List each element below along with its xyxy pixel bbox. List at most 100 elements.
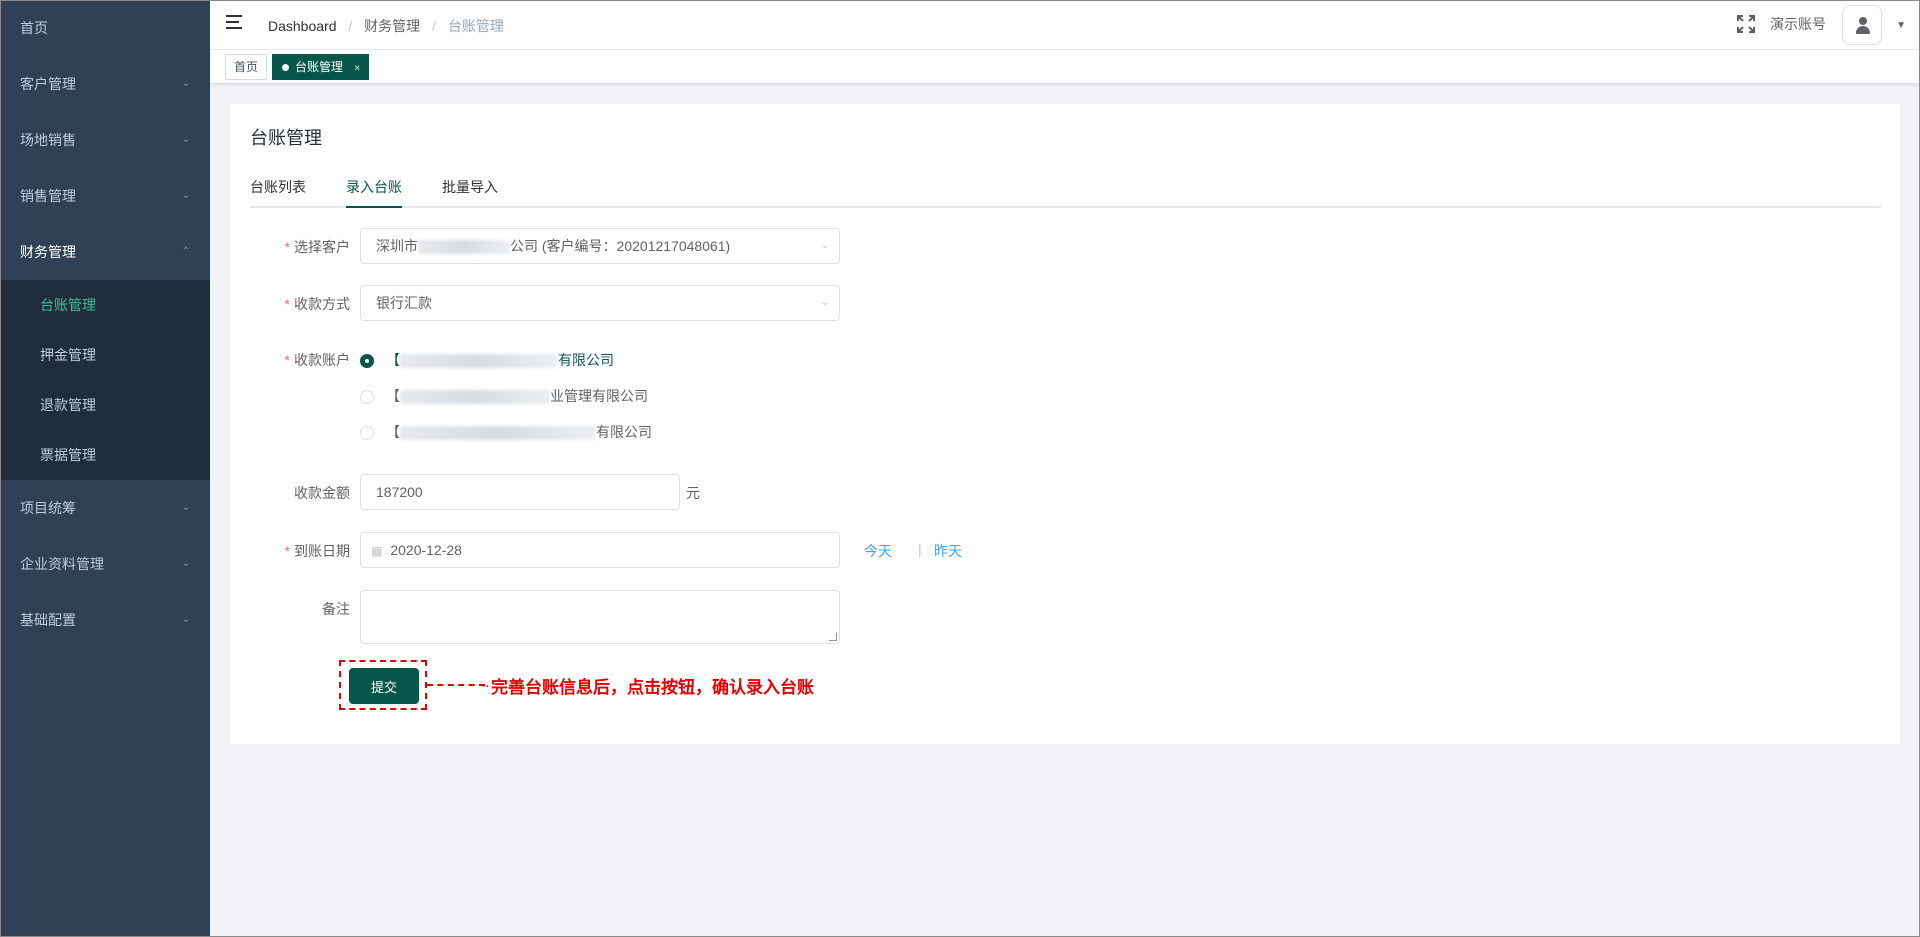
account-option-3[interactable]: 【 有限公司 <box>360 422 652 442</box>
radio-checked-icon[interactable] <box>360 354 374 369</box>
sidebar-item-customers[interactable]: 客户管理 ⌄ <box>0 56 210 112</box>
tab-ledger-list[interactable]: 台账列表 <box>250 172 306 208</box>
sidebar-item-label: 企业资料管理 <box>20 556 104 572</box>
resize-handle-icon[interactable] <box>829 633 837 641</box>
avatar-icon[interactable] <box>1842 5 1882 45</box>
sidebar-item-label: 退款管理 <box>40 397 96 413</box>
sidebar-item-label: 场地销售 <box>20 132 76 148</box>
form-row-date: * 到账日期 ▦ 2020-12-28 今天 | 昨天 <box>250 532 970 568</box>
account-option-suffix: 业管理有限公司 <box>550 388 648 404</box>
hamburger-icon[interactable] <box>226 15 244 33</box>
tags-view: 首页 台账管理 × <box>210 50 1920 84</box>
amount-value: 187200 <box>376 484 423 500</box>
sidebar-item-label: 押金管理 <box>40 347 96 363</box>
account-option-2[interactable]: 【 业管理有限公司 <box>360 386 648 406</box>
sidebar-item-label: 首页 <box>20 20 48 36</box>
chevron-down-icon: ⌄ <box>181 502 190 513</box>
main-area: Dashboard / 财务管理 / 台账管理 演示账号 ▼ 首页 台账管理 ×… <box>210 0 1920 937</box>
tag-ledger[interactable]: 台账管理 × <box>272 54 370 80</box>
today-link[interactable]: 今天 <box>864 541 892 561</box>
remark-label: 备注 <box>322 601 350 617</box>
finance-submenu: 台账管理 押金管理 退款管理 票据管理 <box>0 280 210 480</box>
chevron-down-icon: ⌄ <box>181 558 190 569</box>
customer-select[interactable]: 深圳市 公司 (客户编号：20201217048061) ⌄ <box>360 228 840 264</box>
breadcrumb-ledger: 台账管理 <box>447 18 504 34</box>
form-row-account: * 收款账户 【有限公司 【业管理有限公司 【有限公司 <box>250 350 850 450</box>
submit-button[interactable]: 提交 <box>349 668 419 704</box>
form-row-remark: 备注 <box>250 590 850 644</box>
redacted-text <box>418 240 510 255</box>
sidebar-item-sales[interactable]: 销售管理 ⌄ <box>0 168 210 224</box>
method-label: * 收款方式 <box>284 296 350 312</box>
annotation-arrow-line <box>427 684 485 686</box>
sidebar-item-finance[interactable]: 财务管理 ⌃ <box>0 224 210 280</box>
radio-icon[interactable] <box>360 426 374 441</box>
date-picker[interactable]: ▦ 2020-12-28 <box>360 532 840 568</box>
caret-down-icon[interactable]: ▼ <box>1896 20 1906 31</box>
chevron-down-icon: ⌄ <box>820 240 829 251</box>
account-option-1[interactable]: 【 有限公司 <box>360 350 614 370</box>
date-label: * 到账日期 <box>284 543 350 559</box>
remark-textarea[interactable] <box>360 590 840 644</box>
tag-label: 首页 <box>234 60 259 74</box>
sidebar-item-label: 销售管理 <box>20 188 76 204</box>
sidebar-item-refund[interactable]: 退款管理 <box>0 380 210 430</box>
fullscreen-icon[interactable] <box>1736 14 1756 34</box>
payment-method-value: 银行汇款 <box>376 295 432 311</box>
breadcrumb-separator: / <box>432 18 436 34</box>
username[interactable]: 演示账号 <box>1770 14 1826 34</box>
chevron-down-icon: ⌄ <box>181 190 190 201</box>
tab-add-ledger[interactable]: 录入台账 <box>346 172 402 208</box>
redacted-text <box>400 390 550 405</box>
amount-input[interactable]: 187200 <box>360 474 680 510</box>
account-option-prefix: 【 <box>386 352 400 368</box>
sidebar-item-venue-sales[interactable]: 场地销售 ⌄ <box>0 112 210 168</box>
payment-method-select[interactable]: 银行汇款 ⌄ <box>360 285 840 321</box>
tag-home[interactable]: 首页 <box>225 54 268 80</box>
chevron-down-icon: ⌄ <box>181 134 190 145</box>
sidebar-item-label: 项目统筹 <box>20 500 76 516</box>
sidebar-item-enterprise[interactable]: 企业资料管理 ⌄ <box>0 536 210 592</box>
tab-batch-import[interactable]: 批量导入 <box>442 172 498 208</box>
tabs: 台账列表 录入台账 批量导入 <box>250 172 1881 208</box>
breadcrumb-dashboard[interactable]: Dashboard <box>268 18 337 34</box>
annotation-arrow-icon: → <box>479 677 491 691</box>
sidebar-item-deposit[interactable]: 押金管理 <box>0 330 210 380</box>
sidebar-item-label: 票据管理 <box>40 447 96 463</box>
sidebar-item-label: 财务管理 <box>20 244 76 260</box>
sidebar-item-home[interactable]: 首页 <box>0 0 210 56</box>
radio-icon[interactable] <box>360 390 374 405</box>
account-option-prefix: 【 <box>386 424 400 440</box>
form-row-customer: * 选择客户 深圳市 公司 (客户编号：20201217048061) ⌄ <box>250 228 850 264</box>
chevron-down-icon: ⌄ <box>820 297 829 308</box>
breadcrumb: Dashboard / 财务管理 / 台账管理 <box>268 16 504 36</box>
sidebar-item-label: 基础配置 <box>20 612 76 628</box>
redacted-text <box>400 354 558 369</box>
customer-suffix: 公司 (客户编号：20201217048061) <box>510 238 731 254</box>
sidebar-item-invoice[interactable]: 票据管理 <box>0 430 210 480</box>
navbar: Dashboard / 财务管理 / 台账管理 演示账号 ▼ <box>210 0 1920 50</box>
sidebar-item-label: 台账管理 <box>40 297 96 313</box>
calendar-icon: ▦ <box>371 544 383 558</box>
sidebar-item-config[interactable]: 基础配置 ⌄ <box>0 592 210 648</box>
sidebar-item-label: 客户管理 <box>20 76 76 92</box>
amount-label: 收款金额 <box>294 485 350 501</box>
sidebar-item-projects[interactable]: 项目统筹 ⌄ <box>0 480 210 536</box>
breadcrumb-separator: / <box>348 18 353 34</box>
account-option-suffix: 有限公司 <box>558 352 614 368</box>
chevron-down-icon: ⌄ <box>181 614 190 625</box>
account-option-prefix: 【 <box>386 388 400 404</box>
customer-label: * 选择客户 <box>284 239 350 255</box>
content-card: 台账管理 台账列表 录入台账 批量导入 * 选择客户 深圳市 公司 (客户编号：20… <box>230 104 1900 744</box>
tag-label: 台账管理 <box>295 60 344 74</box>
yesterday-link[interactable]: 昨天 <box>934 541 962 561</box>
amount-unit: 元 <box>686 485 700 501</box>
sidebar-item-ledger[interactable]: 台账管理 <box>0 280 210 330</box>
page-title: 台账管理 <box>250 128 322 148</box>
date-value: 2020-12-28 <box>390 542 462 558</box>
form-row-amount: 收款金额 187200 元 <box>250 474 850 510</box>
close-icon[interactable]: × <box>354 63 360 74</box>
account-label: * 收款账户 <box>284 352 350 368</box>
breadcrumb-finance[interactable]: 财务管理 <box>364 18 420 34</box>
annotation-text: 完善台账信息后，点击按钮，确认录入台账 <box>491 678 814 698</box>
